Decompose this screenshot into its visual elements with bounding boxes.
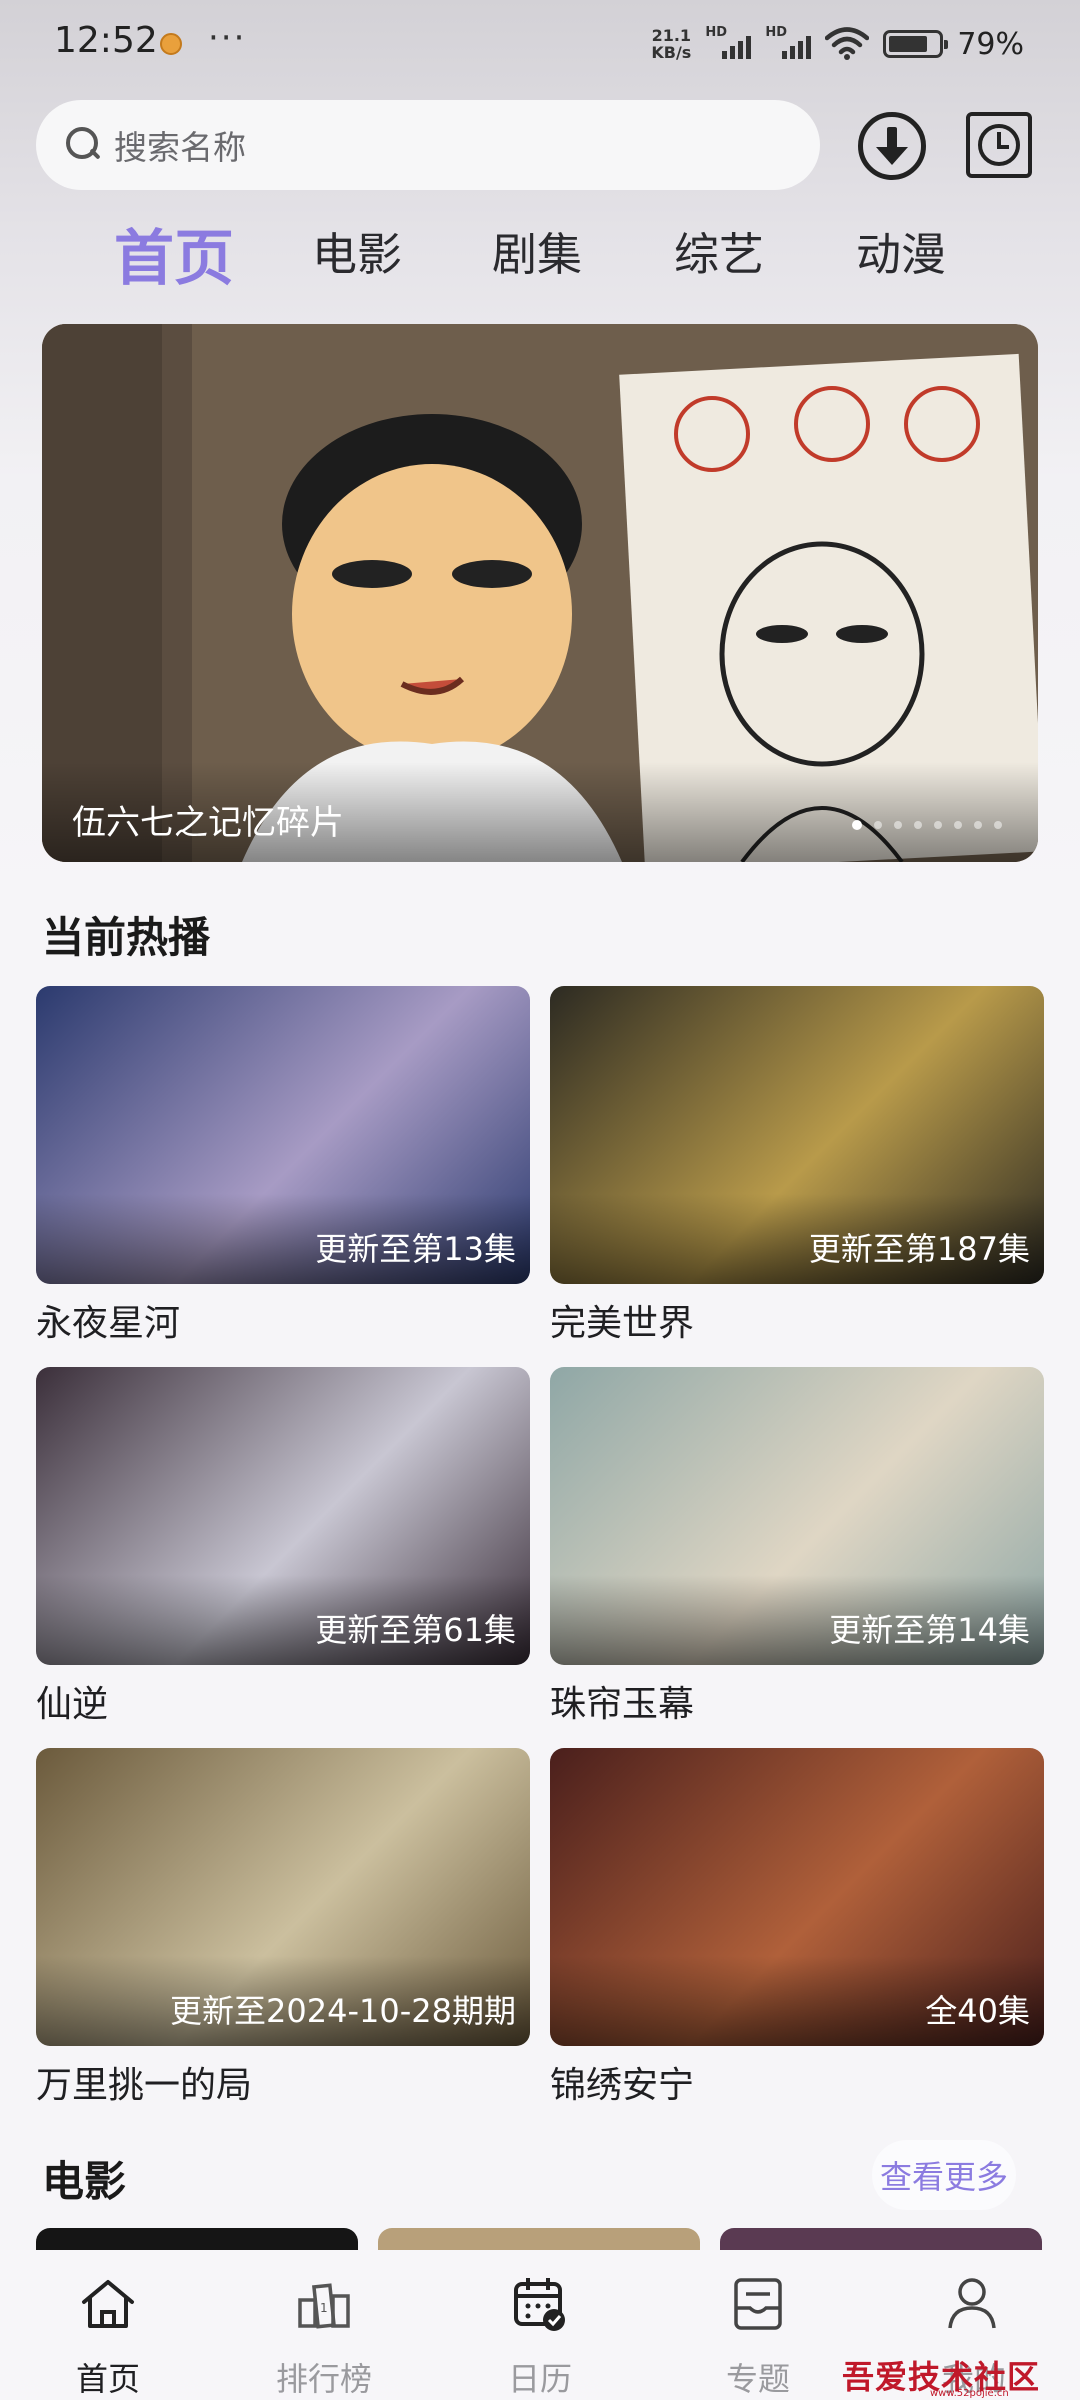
episode-badge: 更新至第13集: [315, 1230, 516, 1268]
search-input[interactable]: 搜索名称: [36, 100, 820, 190]
video-title: 万里挑一的局: [36, 2065, 253, 2106]
network-speed-unit: KB/s: [651, 43, 692, 62]
tab-variety[interactable]: 综艺: [674, 218, 764, 283]
video-card-6[interactable]: 全40集 锦绣安宁: [550, 1748, 1044, 2108]
tab-movies[interactable]: 电影: [312, 218, 402, 283]
network-speed: 21.1 KB/s: [651, 27, 691, 61]
watermark-url: www.52pojie.cn: [930, 2388, 1009, 2399]
network-speed-value: 21.1: [651, 26, 692, 45]
video-thumbnail: 更新至第187集: [550, 986, 1044, 1284]
video-card-5[interactable]: 更新至2024-10-28期期 万里挑一的局: [36, 1748, 530, 2108]
nav-label-ranking: 排行榜: [275, 2360, 372, 2398]
signal-icon-2: HD: [765, 25, 812, 61]
banner-carousel[interactable]: 伍六七之记忆碎片: [42, 324, 1038, 862]
nav-item-calendar[interactable]: 日历: [470, 2250, 610, 2400]
history-button[interactable]: [966, 112, 1032, 178]
search-icon: [64, 125, 104, 165]
banner-dot: [894, 821, 902, 829]
video-thumbnail: 更新至第61集: [36, 1367, 530, 1665]
banner-caption: 伍六七之记忆碎片: [72, 803, 344, 843]
video-thumbnail: 全40集: [550, 1748, 1044, 2046]
video-card-3[interactable]: 更新至第61集 仙逆: [36, 1367, 530, 1727]
banner-dot: [914, 821, 922, 829]
banner-dot: [852, 820, 862, 830]
banner-dot: [934, 821, 942, 829]
nav-item-topics[interactable]: 专题: [688, 2250, 828, 2400]
nav-label-calendar: 日历: [507, 2360, 572, 2398]
see-more-button[interactable]: 查看更多: [872, 2140, 1016, 2210]
tab-series[interactable]: 剧集: [492, 218, 582, 283]
video-title: 完美世界: [550, 1303, 695, 1344]
battery-percent: 79%: [957, 26, 1024, 62]
tab-anime[interactable]: 动漫: [856, 218, 946, 283]
episode-badge: 全40集: [925, 1992, 1030, 2030]
section-title-hot: 当前热播: [42, 913, 211, 962]
episode-badge: 更新至第14集: [829, 1611, 1030, 1649]
category-tabs: 首页 电影 剧集 综艺 动漫: [0, 200, 1080, 300]
status-time: 12:52: [54, 20, 158, 61]
video-card-2[interactable]: 更新至第187集 完美世界: [550, 986, 1044, 1346]
home-icon: [82, 2280, 134, 2328]
calendar-icon: [514, 2278, 565, 2331]
notification-app-icon: [160, 33, 182, 55]
video-thumbnail: 更新至2024-10-28期期: [36, 1748, 530, 2046]
video-thumbnail: 更新至第13集: [36, 986, 530, 1284]
signal-icon-1: HD: [705, 25, 752, 61]
svg-text:1: 1: [320, 2301, 328, 2315]
profile-icon: [948, 2278, 996, 2329]
video-card-1[interactable]: 更新至第13集 永夜星河: [36, 986, 530, 1346]
video-title: 永夜星河: [36, 1303, 181, 1344]
episode-badge: 更新至第61集: [315, 1611, 516, 1649]
episode-badge: 更新至第187集: [808, 1230, 1030, 1268]
banner-dot: [874, 821, 882, 829]
nav-label-home: 首页: [75, 2360, 140, 2398]
tab-home[interactable]: 首页: [114, 210, 234, 297]
video-card-4[interactable]: 更新至第14集 珠帘玉幕: [550, 1367, 1044, 1727]
status-bar: 12:52 ··· 21.1 KB/s HD HD 79%: [0, 0, 1080, 90]
video-title: 锦绣安宁: [550, 2065, 695, 2106]
bottom-navigation: 首页 1 排行榜 日历 专题 我的 吾爱技术社区 www.52pojie.cn: [0, 2250, 1080, 2400]
banner-pagination: [852, 820, 1002, 830]
video-title: 仙逆: [36, 1684, 109, 1725]
app-page: 12:52 ··· 21.1 KB/s HD HD 79% 搜索名称 首页 电影…: [0, 0, 1080, 2400]
ranking-icon: 1: [298, 2283, 350, 2329]
wifi-icon: [825, 27, 870, 60]
download-button[interactable]: [858, 112, 926, 180]
nav-item-home[interactable]: 首页: [38, 2250, 178, 2400]
banner-dot: [974, 821, 982, 829]
battery-icon: [883, 30, 949, 58]
search-placeholder: 搜索名称: [114, 128, 246, 167]
topic-icon: [734, 2278, 782, 2330]
status-indicators: 21.1 KB/s HD HD 79%: [651, 22, 1024, 66]
video-thumbnail: 更新至第14集: [550, 1367, 1044, 1665]
banner-dot: [994, 821, 1002, 829]
episode-badge: 更新至2024-10-28期期: [170, 1992, 516, 2030]
section-title-movies: 电影: [42, 2157, 127, 2206]
video-title: 珠帘玉幕: [550, 1684, 695, 1725]
status-more-icon: ···: [208, 18, 247, 58]
nav-item-ranking[interactable]: 1 排行榜: [254, 2250, 394, 2400]
banner-dot: [954, 821, 962, 829]
nav-label-topics: 专题: [725, 2360, 790, 2398]
